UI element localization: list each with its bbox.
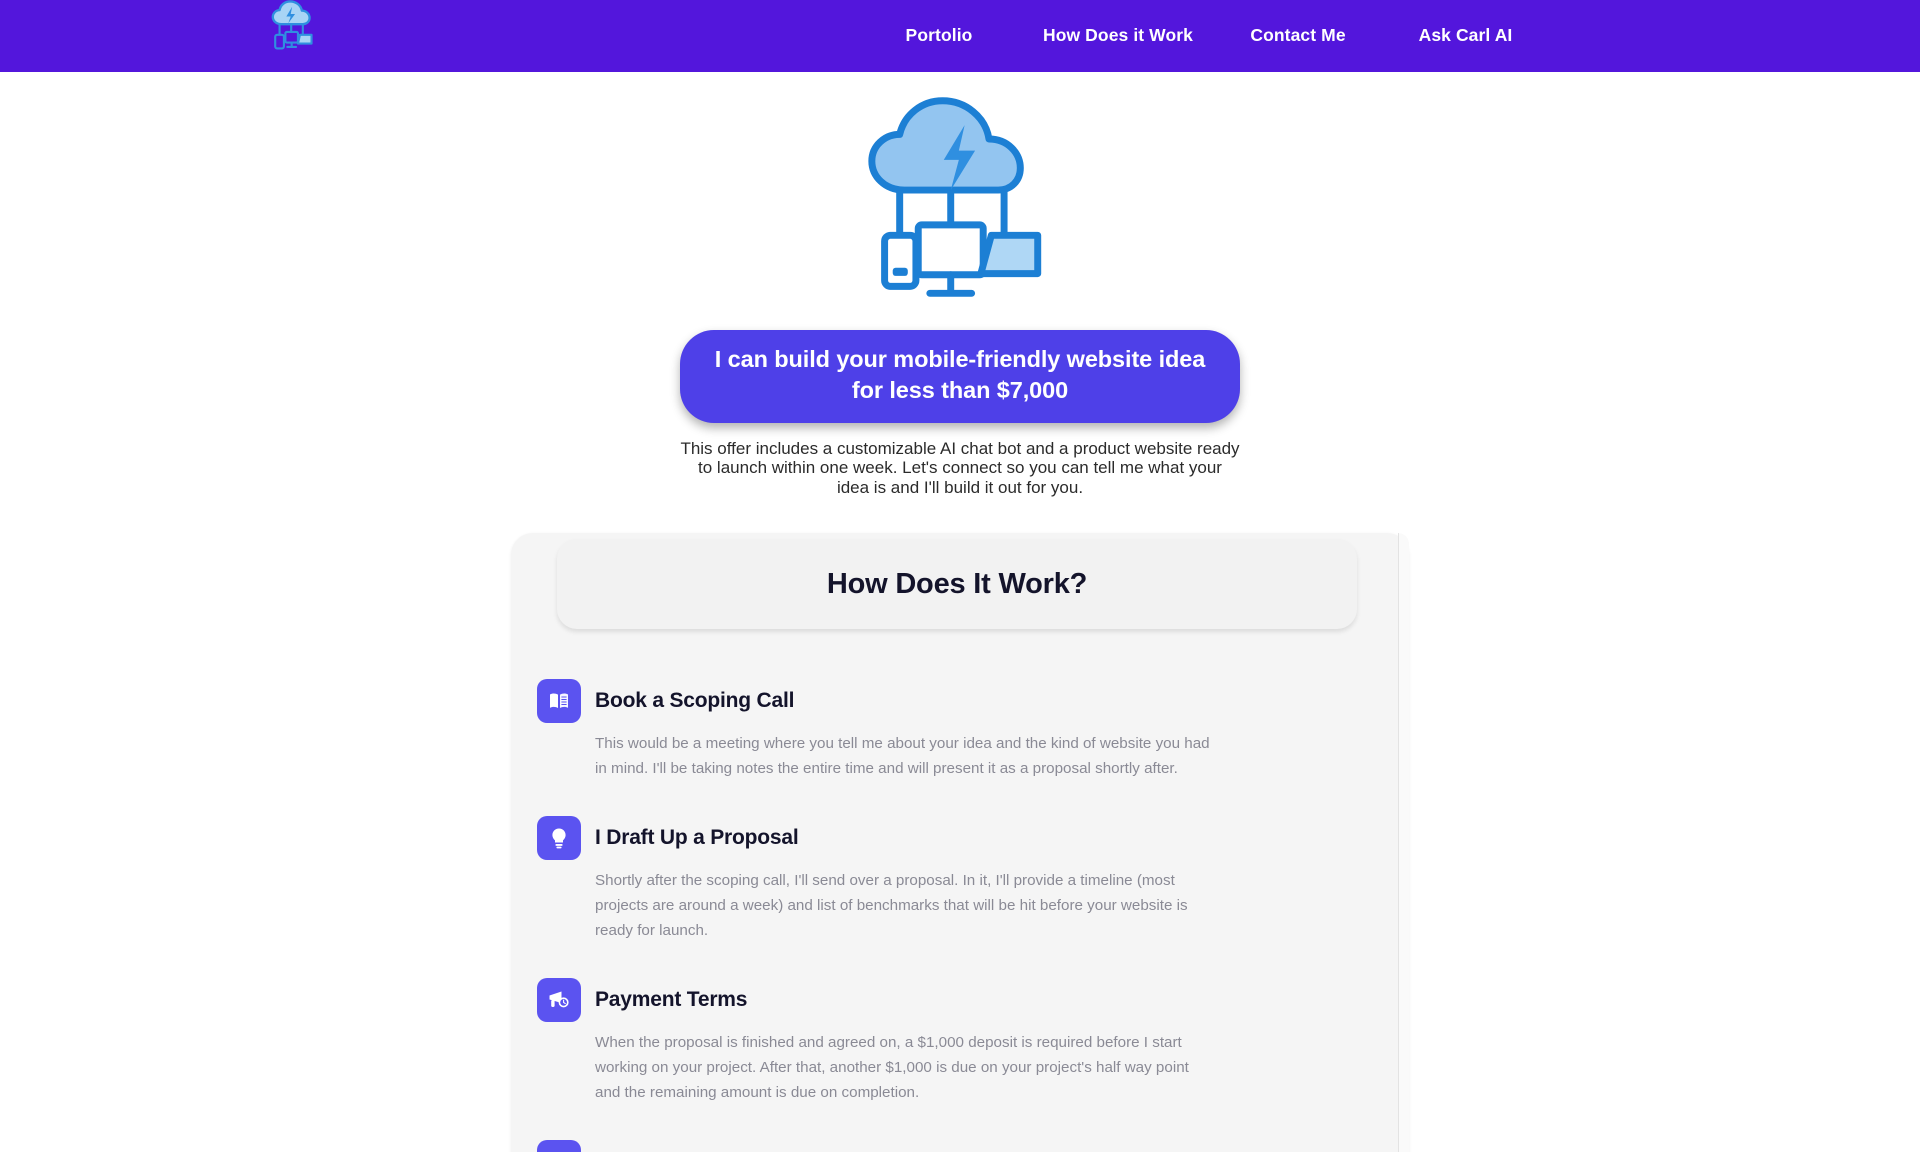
top-navbar: Portolio How Does it Work Contact Me Ask… bbox=[0, 0, 1920, 72]
megaphone-clock-icon bbox=[537, 978, 581, 1023]
step-description: When the proposal is finished and agreed… bbox=[595, 1034, 1189, 1101]
step-header: I Draft Up a Proposal bbox=[520, 816, 1409, 861]
hero-headline-line-2: for less than $7,000 bbox=[851, 377, 1069, 404]
hero-section: I can build your mobile-friendly website… bbox=[0, 72, 1920, 497]
step-title: Payment Terms bbox=[595, 988, 748, 1012]
hero-subtitle: This offer includes a customizable AI ch… bbox=[680, 438, 1240, 497]
how-it-works-header: How Does It Work? bbox=[557, 539, 1357, 630]
hero-headline-banner: I can build your mobile-friendly website… bbox=[680, 330, 1240, 423]
step-description: This would be a meeting where you tell m… bbox=[595, 735, 1210, 777]
how-it-works-step-list: Book a Scoping Call This would be a meet… bbox=[511, 623, 1409, 1152]
step-item: Book a Scoping Call This would be a meet… bbox=[511, 679, 1409, 781]
nav-link-portfolio[interactable]: Portolio bbox=[860, 27, 1018, 45]
hero-headline-line-1: I can build your mobile-friendly website… bbox=[714, 346, 1206, 372]
cloud-lightning-devices-icon bbox=[844, 88, 1076, 320]
step-item: Development Begins After about a week (u… bbox=[511, 1140, 1409, 1152]
step-item: I Draft Up a Proposal Shortly after the … bbox=[511, 816, 1409, 943]
step-item: Payment Terms When the proposal is finis… bbox=[511, 978, 1409, 1105]
nav-links: Portolio How Does it Work Contact Me Ask… bbox=[860, 0, 1553, 72]
clock-icon bbox=[537, 1140, 581, 1152]
lightbulb-icon bbox=[537, 816, 581, 861]
site-logo[interactable] bbox=[266, 0, 328, 62]
nav-link-contact-me[interactable]: Contact Me bbox=[1218, 27, 1378, 45]
step-header: Payment Terms bbox=[520, 978, 1409, 1023]
step-title: I Draft Up a Proposal bbox=[595, 826, 799, 850]
step-header: Development Begins bbox=[520, 1140, 1409, 1152]
step-title: Book a Scoping Call bbox=[595, 689, 795, 713]
nav-link-ask-carl-ai[interactable]: Ask Carl AI bbox=[1378, 27, 1553, 45]
how-it-works-title: How Does It Work? bbox=[826, 567, 1088, 600]
how-it-works-card: How Does It Work? Book a Scoping Call Th… bbox=[511, 533, 1409, 1152]
nav-link-how-does-it-work[interactable]: How Does it Work bbox=[1018, 27, 1218, 45]
step-header: Book a Scoping Call bbox=[520, 679, 1409, 724]
step-description: Shortly after the scoping call, I'll sen… bbox=[595, 872, 1188, 939]
book-open-icon bbox=[537, 679, 581, 724]
cloud-devices-logo-icon bbox=[266, 0, 328, 61]
